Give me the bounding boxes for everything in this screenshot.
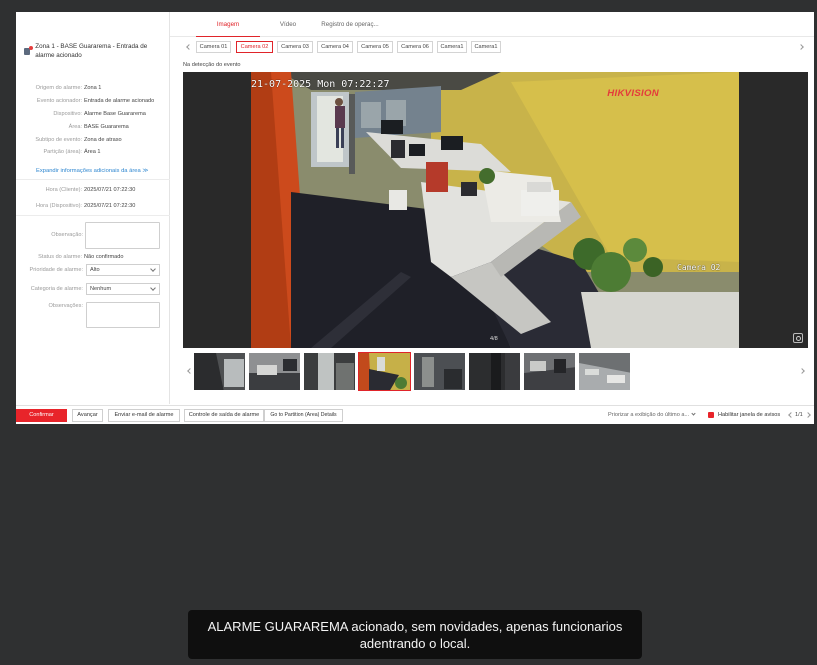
alarm-info-panel: Zona 1 - BASE Guararema - Entrada de ala…	[16, 12, 170, 404]
tab-operation-log[interactable]: Registro de operaç...	[310, 12, 390, 37]
divider	[16, 215, 170, 216]
alarm-header: Zona 1 - BASE Guararema - Entrada de ala…	[24, 42, 164, 60]
camera-frame: 21-07-2025 Mon 07:22:27 HIKVISION Camera…	[251, 72, 739, 348]
category-select[interactable]: Nenhum	[86, 283, 160, 295]
time-row: Hora (Dispositivo): 2025/07/21 07:22:30	[16, 202, 170, 210]
thumbnail[interactable]	[303, 352, 356, 391]
detail-row: Subtipo de evento: Zona de atraso	[16, 136, 170, 144]
chevron-right-icon[interactable]	[805, 412, 811, 418]
zoom-icon[interactable]	[793, 333, 803, 343]
status-label: Status do alarme:	[38, 254, 82, 260]
thumbnail-active[interactable]	[358, 352, 411, 391]
priority-label: Prioridade de alarme:	[29, 267, 83, 273]
camera-tab[interactable]: Camera 04	[317, 41, 353, 53]
priority-select[interactable]: Alto	[86, 264, 160, 276]
frame-page-indicator: 4/8	[490, 336, 498, 342]
chevron-right-icon[interactable]	[799, 368, 805, 374]
video-player[interactable]: 21-07-2025 Mon 07:22:27 HIKVISION Camera…	[183, 72, 808, 348]
chevron-left-icon[interactable]	[187, 368, 193, 374]
camera-tab[interactable]: Camera 03	[277, 41, 313, 53]
camera-scene-image	[251, 72, 739, 348]
camera-tab[interactable]: Camera1	[471, 41, 501, 53]
osd-timestamp: 21-07-2025 Mon 07:22:27	[251, 79, 390, 90]
partition-details-button[interactable]: Go to Partition (Area) Details	[264, 409, 343, 422]
detail-label: Partição (área):	[43, 149, 82, 155]
caption-subtitle: ALARME GUARAREMA acionado, sem novidades…	[188, 610, 642, 659]
tab-image[interactable]: Imagem	[196, 12, 260, 37]
detail-value: Entrada de alarme acionado	[84, 98, 155, 104]
osd-camera-label: Camera 02	[677, 263, 721, 272]
status-row: Status do alarme: Não confirmado	[16, 253, 170, 261]
alarm-output-button[interactable]: Controle de saída de alarme	[184, 409, 264, 422]
priority-value: Alto	[90, 267, 100, 273]
prioritize-label: Priorizar a exibição do último a...	[608, 412, 690, 418]
detail-value: Zona 1	[84, 85, 102, 91]
camera-tab[interactable]: Camera 06	[397, 41, 433, 53]
confirm-button[interactable]: Confirmar	[16, 409, 67, 422]
camera-tab[interactable]: Camera1	[437, 41, 467, 53]
detail-row: Área: BASE Guararema	[16, 123, 170, 131]
advance-button[interactable]: Avançar	[72, 409, 103, 422]
thumbnail[interactable]	[193, 352, 246, 391]
camera-tabs: Camera 01 Camera 02 Camera 03 Camera 04 …	[181, 40, 811, 54]
action-bar: Confirmar Avançar Enviar e-mail de alarm…	[16, 405, 814, 424]
detail-row: Dispositivo: Alarme Base Guararema	[16, 110, 170, 118]
time-row: Hora (Cliente): 2025/07/21 07:22:30	[16, 186, 170, 194]
time-label: Hora (Dispositivo):	[35, 203, 82, 209]
expand-area-info-link[interactable]: Expandir informações adicionais da área …	[36, 168, 148, 174]
category-label: Categoria de alarme:	[30, 286, 83, 292]
thumbnail[interactable]	[248, 352, 301, 391]
chevron-down-icon	[150, 285, 156, 291]
page-count: 1/1	[795, 412, 803, 418]
chevron-left-icon[interactable]	[186, 44, 192, 50]
detail-label: Evento acionador:	[36, 98, 82, 104]
chevron-left-icon[interactable]	[788, 412, 794, 418]
time-value: 2025/07/21 07:22:30	[84, 203, 136, 209]
camera-tab[interactable]: Camera 01	[196, 41, 231, 53]
status-value: Não confirmado	[84, 254, 124, 260]
time-label: Hora (Cliente):	[45, 187, 82, 193]
alarm-window: Zona 1 - BASE Guararema - Entrada de ala…	[16, 12, 814, 424]
camera-tab[interactable]: Camera 05	[357, 41, 393, 53]
detail-row: Evento acionador: Entrada de alarme acio…	[16, 97, 170, 105]
enable-popup-label: Habilitar janela de avisos	[718, 412, 781, 418]
detail-value: BASE Guararema	[84, 124, 129, 130]
thumbnail[interactable]	[523, 352, 576, 391]
camera-tab-active[interactable]: Camera 02	[236, 41, 273, 53]
alarm-icon	[24, 46, 33, 55]
thumbnail[interactable]	[578, 352, 631, 391]
detail-label: Origem do alarme:	[35, 85, 82, 91]
enable-popup-checkbox[interactable]	[708, 412, 714, 418]
observation-label: Observação:	[51, 232, 83, 238]
chevron-right-icon[interactable]	[798, 44, 804, 50]
observation-textarea[interactable]	[85, 222, 160, 249]
send-email-button[interactable]: Enviar e-mail de alarme	[108, 409, 180, 422]
chevron-down-icon	[150, 266, 156, 272]
chevron-down-icon	[691, 411, 696, 416]
detail-value: Alarme Base Guararema	[84, 111, 146, 117]
detail-row: Partição (área): Área 1	[16, 148, 170, 156]
thumbnail[interactable]	[468, 352, 521, 391]
prioritize-dropdown[interactable]: Priorizar a exibição do último a...	[608, 411, 696, 418]
detail-value: Zona de atraso	[84, 137, 122, 143]
divider	[16, 179, 170, 180]
notes-label: Observações:	[48, 303, 83, 309]
main-tabs: Imagem Vídeo Registro de operaç...	[170, 12, 814, 37]
category-value: Nenhum	[90, 286, 112, 292]
thumbnail[interactable]	[413, 352, 466, 391]
time-value: 2025/07/21 07:22:30	[84, 187, 136, 193]
detail-label: Dispositivo:	[53, 111, 82, 117]
detail-value: Área 1	[84, 149, 101, 155]
detail-label: Área:	[68, 124, 82, 130]
detail-row: Origem do alarme: Zona 1	[16, 84, 170, 92]
osd-brand-logo: HIKVISION	[607, 88, 659, 99]
detection-label: Na detecção do evento	[183, 62, 241, 68]
thumbnail-strip	[183, 350, 808, 392]
notes-textarea[interactable]	[86, 302, 160, 328]
detail-label: Subtipo de evento:	[35, 137, 82, 143]
alarm-title: Zona 1 - BASE Guararema - Entrada de ala…	[35, 43, 148, 59]
